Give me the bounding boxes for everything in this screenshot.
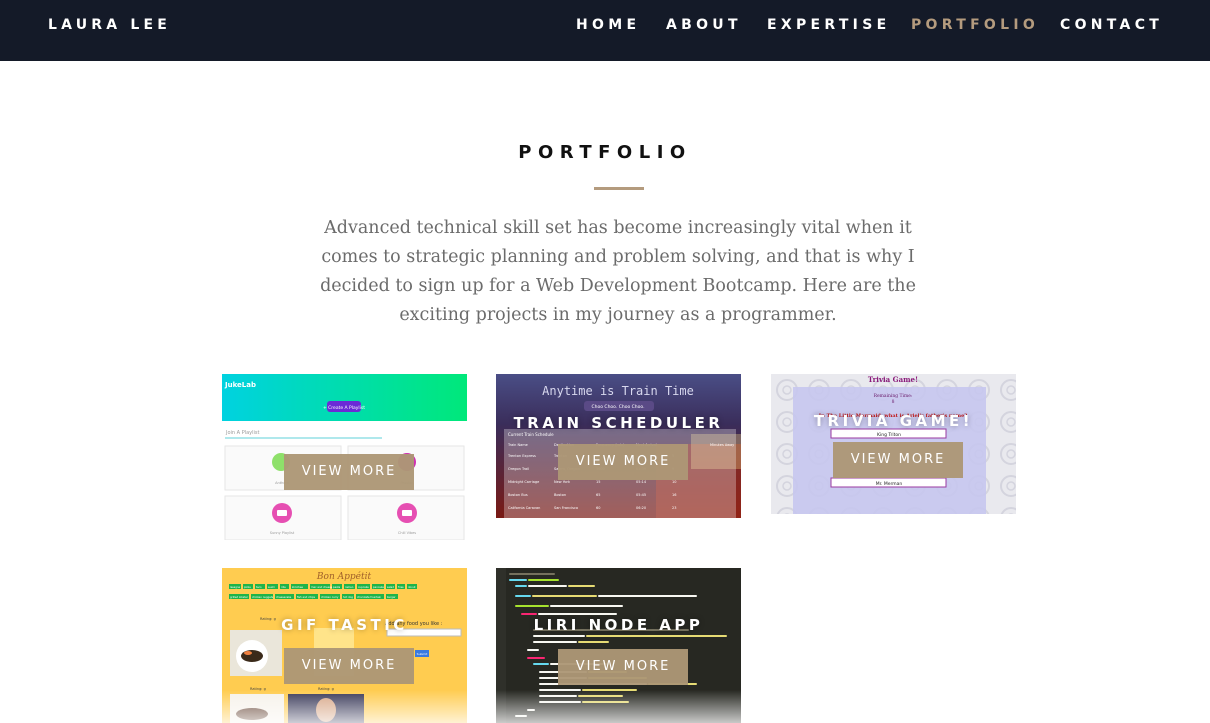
jukelab-logo: JukeLab <box>224 381 256 389</box>
svg-text:hot dog: hot dog <box>343 595 353 599</box>
svg-text:Rating: g: Rating: g <box>250 687 266 691</box>
portfolio-intro: Advanced technical skill set has become … <box>320 218 916 325</box>
svg-text:Oregon Trail: Oregon Trail <box>508 467 529 471</box>
nav-expertise[interactable]: EXPERTISE <box>767 17 890 33</box>
svg-text:23: 23 <box>672 506 676 510</box>
nav-portfolio[interactable]: PORTFOLIO <box>911 17 1039 33</box>
svg-text:burger: burger <box>387 595 397 599</box>
svg-text:Boston Bus: Boston Bus <box>508 493 528 497</box>
project-title: LIRI NODE APP <box>533 616 704 634</box>
trivia-timer-value: 8 <box>892 399 895 405</box>
project-card-liri-node-app[interactable]: LIRI NODE APP VIEW MORE <box>496 568 741 723</box>
nav-about[interactable]: ABOUT <box>666 17 742 33</box>
svg-text:California Caravan: California Caravan <box>508 506 540 510</box>
svg-text:Trenton Express: Trenton Express <box>507 454 536 458</box>
jukelab-input: Join A Playlist <box>225 430 260 436</box>
svg-text:Boston: Boston <box>554 493 566 497</box>
svg-text:10: 10 <box>672 480 676 484</box>
project-card-jukelab[interactable]: JukeLab + Create A Playlist Join A Playl… <box>222 374 467 540</box>
trivia-option: Mr. Merman <box>876 481 903 487</box>
svg-text:chicken curry: chicken curry <box>321 595 339 599</box>
project-card-train-scheduler[interactable]: Anytime is Train Time Choo Choo. Choo Ch… <box>496 374 741 518</box>
svg-text:05:45: 05:45 <box>636 493 646 497</box>
navbar: LAURA LEE HOME ABOUT EXPERTISE PORTFOLIO… <box>0 0 1210 61</box>
svg-text:60: 60 <box>596 506 600 510</box>
svg-text:Train Name: Train Name <box>507 443 528 447</box>
svg-text:donut: donut <box>408 585 416 589</box>
svg-text:06:20: 06:20 <box>636 506 646 510</box>
svg-text:mac and cheese: mac and cheese <box>311 585 333 589</box>
gif-submit: Submit <box>417 652 428 656</box>
svg-text:pancake: pancake <box>373 585 384 589</box>
svg-text:Midnight Carriage: Midnight Carriage <box>508 480 539 484</box>
nav-contact[interactable]: CONTACT <box>1060 17 1163 33</box>
svg-text:fish and chips: fish and chips <box>297 595 316 599</box>
svg-text:Rating: g: Rating: g <box>318 687 334 691</box>
project-screenshot <box>496 568 741 723</box>
svg-text:Minutes Away: Minutes Away <box>710 443 734 447</box>
svg-text:grilled lobster: grilled lobster <box>230 595 249 599</box>
svg-text:16: 16 <box>672 493 676 497</box>
svg-text:San Francisco: San Francisco <box>554 506 578 510</box>
svg-text:taco: taco <box>256 585 262 589</box>
svg-text:fries: fries <box>398 585 404 589</box>
project-title: TRAIN SCHEDULER <box>513 414 724 432</box>
svg-text:sushi: sushi <box>268 585 275 589</box>
trivia-option: King Triton <box>877 432 901 438</box>
nav-home[interactable]: HOME <box>576 17 640 33</box>
train-table-caption: Current Train Schedule <box>508 432 554 437</box>
svg-text:05:14: 05:14 <box>636 480 647 484</box>
project-screenshot: Bon Appétit lasagna pizza taco sushi rib… <box>222 568 467 723</box>
view-more-button[interactable]: VIEW MORE <box>284 648 414 684</box>
jukelab-create-button: + Create A Playlist <box>323 405 365 411</box>
svg-text:cupcake: cupcake <box>358 585 369 589</box>
svg-text:pasta: pasta <box>333 585 341 589</box>
svg-text:pizza: pizza <box>244 585 251 589</box>
train-subheading: Choo Choo. Choo Choo. <box>592 404 645 410</box>
svg-text:65: 65 <box>596 493 600 497</box>
svg-text:chicken nuggets: chicken nuggets <box>252 595 274 599</box>
section-title: PORTFOLIO <box>518 142 692 163</box>
project-card-gif-tastic[interactable]: Bon Appétit lasagna pizza taco sushi rib… <box>222 568 467 723</box>
view-more-button[interactable]: VIEW MORE <box>558 649 688 685</box>
train-heading: Anytime is Train Time <box>542 384 694 398</box>
svg-text:cheesecake: cheesecake <box>276 595 292 599</box>
svg-text:New York: New York <box>554 480 571 484</box>
svg-text:ramen: ramen <box>345 586 354 589</box>
svg-text:lasagna: lasagna <box>230 585 241 589</box>
brand-logo[interactable]: LAURA LEE <box>48 17 171 33</box>
project-title: GIF TASTIC <box>281 616 408 634</box>
title-divider <box>594 187 644 190</box>
project-card-trivia-game[interactable]: Trivia Game! Remaining Time: 8 In The Li… <box>771 374 1016 514</box>
view-more-button[interactable]: VIEW MORE <box>833 442 963 478</box>
svg-text:15: 15 <box>596 480 600 484</box>
svg-text:salad: salad <box>387 585 394 589</box>
tile-label: Chill Vibes <box>398 531 416 535</box>
trivia-timer-label: Remaining Time: <box>874 393 913 399</box>
project-title: TRIVIA GAME! <box>813 412 974 430</box>
svg-text:chocolate fountain: chocolate fountain <box>357 595 382 599</box>
gif-heading: Bon Appétit <box>316 571 372 582</box>
view-more-button[interactable]: VIEW MORE <box>558 444 688 480</box>
view-more-button[interactable]: VIEW MORE <box>284 454 414 490</box>
tile-label: Sunny Playlist <box>270 531 295 535</box>
svg-text:ribs: ribs <box>281 585 286 589</box>
svg-text:kimchee: kimchee <box>292 585 303 589</box>
trivia-heading: Trivia Game! <box>868 375 918 384</box>
